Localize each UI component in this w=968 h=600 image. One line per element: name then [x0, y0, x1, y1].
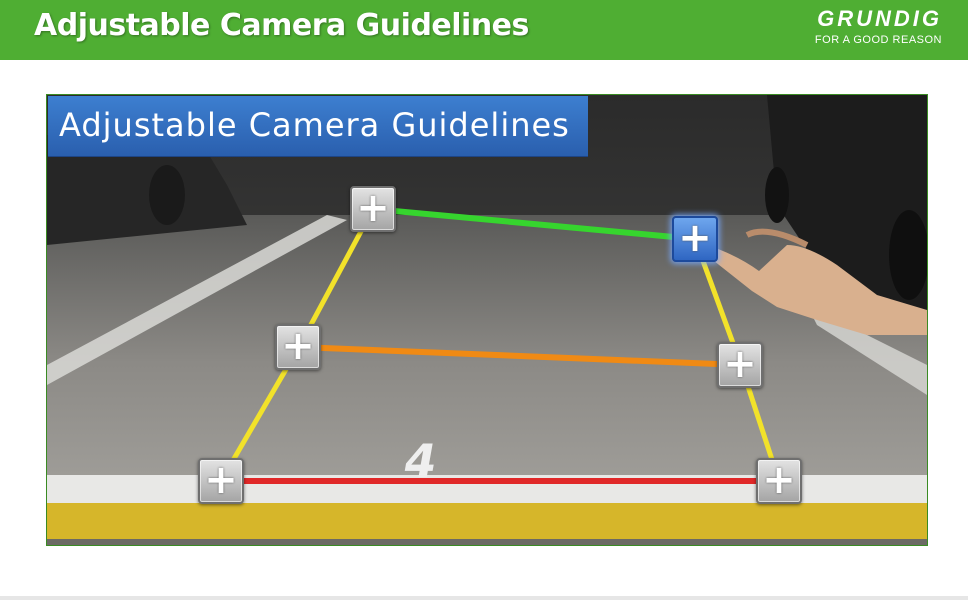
brand-logo: GRUNDIG FOR A GOOD REASON: [815, 6, 942, 46]
guideline-handle-top-right[interactable]: +: [672, 216, 718, 262]
guideline-handle-top-left[interactable]: +: [350, 186, 396, 232]
yellow-curb-line: [47, 503, 927, 539]
right-car-wheel-front: [765, 167, 789, 223]
left-car-wheel: [149, 165, 185, 225]
camera-view: 4 Adjustable Camera Guidelines + + + + +…: [46, 94, 928, 546]
footer-divider: [0, 596, 968, 600]
brand-name: GRUNDIG: [817, 6, 942, 31]
guideline-handle-mid-left[interactable]: +: [275, 324, 321, 370]
brand-tagline: FOR A GOOD REASON: [814, 34, 942, 46]
header-bar: Adjustable Camera Guidelines GRUNDIG FOR…: [0, 0, 968, 60]
page-title: Adjustable Camera Guidelines: [34, 8, 529, 43]
banner-title: Adjustable Camera Guidelines: [59, 106, 570, 144]
guideline-handle-bottom-right[interactable]: +: [756, 458, 802, 504]
title-banner: Adjustable Camera Guidelines: [48, 96, 588, 157]
guideline-handle-mid-right[interactable]: +: [717, 342, 763, 388]
floor-edge: [47, 539, 927, 545]
guideline-handle-bottom-left[interactable]: +: [198, 458, 244, 504]
